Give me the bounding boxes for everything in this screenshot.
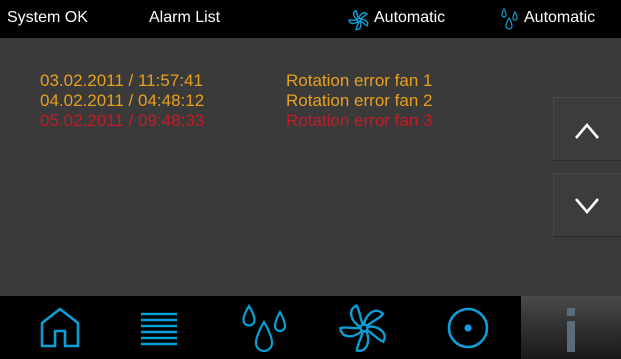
water-drops-icon — [501, 8, 518, 30]
water-drops-icon — [242, 303, 287, 353]
alarm-message: Rotation error fan 1 — [286, 71, 433, 90]
list-icon — [141, 312, 177, 346]
nav-operation-button[interactable] — [420, 296, 520, 359]
nav-humidity-button[interactable] — [215, 296, 315, 359]
system-status: System OK — [7, 9, 88, 26]
fan-mode-status: Automatic — [374, 9, 446, 26]
nav-home-button[interactable] — [20, 296, 120, 359]
fan-icon — [339, 304, 386, 352]
fan-icon — [348, 9, 369, 31]
scroll-up-button[interactable] — [553, 97, 621, 161]
alarm-message: Rotation error fan 2 — [286, 91, 433, 110]
nav-fan-button[interactable] — [318, 296, 418, 359]
humidity-mode-status: Automatic — [524, 9, 596, 26]
alarm-timestamp: 04.02.2011 / 04:48:12 — [40, 91, 205, 110]
alarm-timestamp: 05.02.2011 / 09:48:33 — [40, 111, 205, 130]
home-icon — [40, 307, 80, 348]
alarm-list-panel: 03.02.2011 / 11:57:41 Rotation error fan… — [0, 38, 621, 296]
alarm-timestamp: 03.02.2011 / 11:57:41 — [40, 71, 203, 90]
chevron-down-icon — [575, 198, 599, 215]
screen-title: Alarm List — [149, 9, 221, 26]
nav-info-button[interactable] — [521, 296, 621, 359]
bottom-navigation — [0, 296, 621, 359]
nav-list-button[interactable] — [115, 296, 215, 359]
alarm-message: Rotation error fan 3 — [286, 111, 433, 130]
scroll-down-button[interactable] — [553, 173, 621, 237]
dot-circle-icon — [447, 307, 489, 349]
chevron-up-icon — [575, 122, 599, 139]
status-bar: System OK Alarm List Automatic Automatic — [0, 0, 621, 38]
info-icon — [567, 308, 575, 352]
